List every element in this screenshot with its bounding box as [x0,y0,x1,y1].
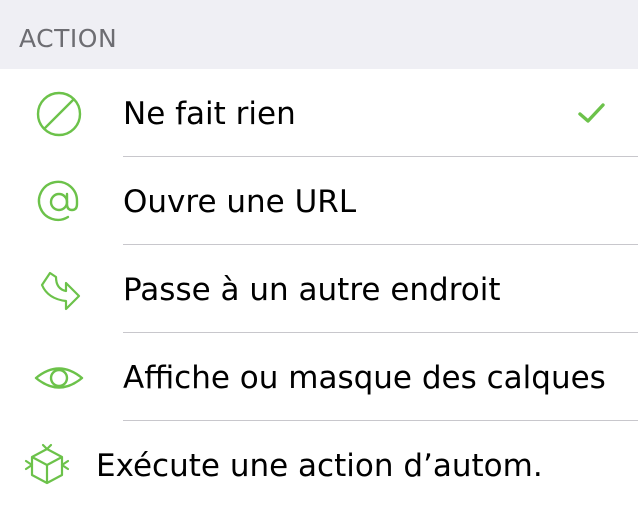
at-sign-icon [34,177,84,227]
option-no-action[interactable]: Ne fait rien [0,69,638,157]
option-run-automation[interactable]: Exécute une action d’autom. [0,421,638,509]
section-header: ACTION [0,0,638,69]
option-jump-to-place[interactable]: Passe à un autre endroit [0,245,638,333]
option-label: Passe à un autre endroit [123,272,501,308]
option-label: Ouvre une URL [123,184,357,220]
option-toggle-layers[interactable]: Affiche ou masque des calques [0,333,638,421]
option-open-url[interactable]: Ouvre une URL [0,157,638,245]
jump-arrow-icon [34,265,84,315]
section-title: ACTION [19,24,118,53]
option-label: Affiche ou masque des calques [123,360,606,396]
automation-icon [22,441,72,491]
checkmark-icon [576,99,608,127]
option-label: Ne fait rien [123,96,296,132]
eye-icon [34,353,84,403]
option-label: Exécute une action d’autom. [96,448,543,484]
no-action-icon [34,89,84,139]
